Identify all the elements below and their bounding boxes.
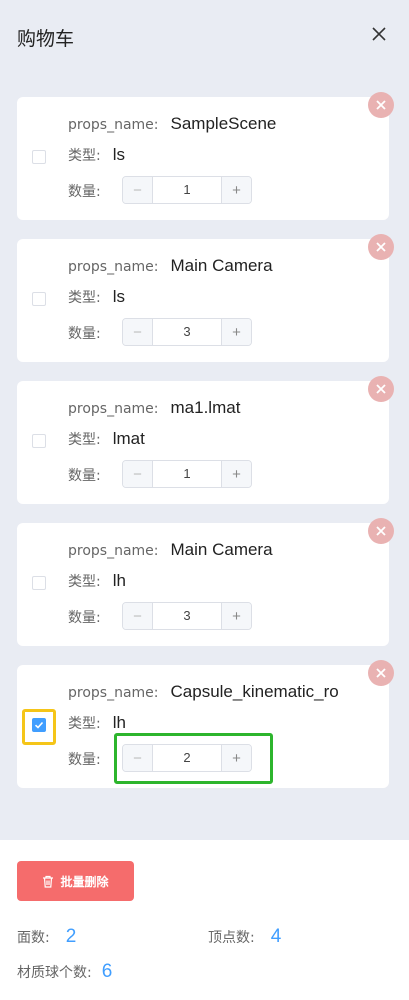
props-name-row: props_name: Main Camera (68, 540, 273, 560)
props-name-value: Capsule_kinematic_ro (170, 682, 339, 701)
remove-item-icon[interactable] (368, 518, 394, 544)
increment-button[interactable]: + (221, 177, 251, 203)
quantity-stepper: − 3 + (122, 318, 252, 346)
props-name-label: props_name: (68, 543, 159, 559)
type-value: ls (112, 287, 125, 306)
quantity-stepper: − 1 + (122, 460, 252, 488)
item-checkbox[interactable] (32, 292, 46, 306)
type-label: 类型: (68, 148, 101, 164)
remove-item-icon[interactable] (368, 234, 394, 260)
type-row: 类型: lh (68, 571, 126, 591)
check-icon (34, 721, 44, 729)
cart-item: props_name: SampleScene 类型: ls 数量: − 1 + (17, 92, 394, 220)
materials-stat: 材质球个数: 6 (17, 961, 112, 983)
quantity-label: 数量: (68, 610, 101, 626)
quantity-label: 数量: (68, 752, 101, 768)
props-name-label: props_name: (68, 117, 159, 133)
props-name-label: props_name: (68, 259, 159, 275)
props-name-value: Main Camera (170, 540, 273, 559)
props-name-value: ma1.lmat (170, 398, 241, 417)
cart-drawer: 购物车 props_name: SampleScene 类型: ls 数量: − 1… (0, 0, 409, 840)
type-value: lmat (112, 429, 145, 448)
materials-label: 材质球个数: (17, 965, 92, 981)
decrement-button[interactable]: − (123, 177, 153, 203)
props-name-row: props_name: Main Camera (68, 256, 273, 276)
cart-item: props_name: Capsule_kinematic_ro 类型: lh 数量… (17, 660, 394, 788)
quantity-input[interactable]: 2 (153, 745, 221, 771)
props-name-row: props_name: SampleScene (68, 114, 276, 134)
remove-item-icon[interactable] (368, 92, 394, 118)
props-name-label: props_name: (68, 685, 159, 701)
quantity-input[interactable]: 3 (153, 319, 221, 345)
faces-stat: 面数: 2 (17, 926, 76, 948)
quantity-input[interactable]: 1 (153, 461, 221, 487)
type-value: lh (112, 713, 126, 732)
cart-item: props_name: Main Camera 类型: lh 数量: − 3 + (17, 518, 394, 646)
close-icon[interactable] (369, 24, 389, 44)
increment-button[interactable]: + (221, 745, 251, 771)
increment-button[interactable]: + (221, 603, 251, 629)
vertices-label: 顶点数: (208, 930, 255, 946)
type-label: 类型: (68, 574, 101, 590)
batch-delete-button[interactable]: 批量删除 (17, 861, 134, 901)
type-label: 类型: (68, 290, 101, 306)
increment-button[interactable]: + (221, 319, 251, 345)
type-value: lh (112, 571, 126, 590)
decrement-button[interactable]: − (123, 745, 153, 771)
quantity-input[interactable]: 1 (153, 177, 221, 203)
quantity-row: 数量: (68, 749, 101, 769)
vertices-stat: 顶点数: 4 (208, 926, 281, 948)
drawer-header: 购物车 (0, 0, 409, 72)
quantity-row: 数量: (68, 465, 101, 485)
cart-item: props_name: Main Camera 类型: ls 数量: − 3 + (17, 234, 394, 362)
quantity-label: 数量: (68, 184, 101, 200)
quantity-label: 数量: (68, 468, 101, 484)
increment-button[interactable]: + (221, 461, 251, 487)
quantity-row: 数量: (68, 607, 101, 627)
decrement-button[interactable]: − (123, 603, 153, 629)
type-value: ls (112, 145, 125, 164)
props-name-value: Main Camera (170, 256, 273, 275)
cart-item: props_name: ma1.lmat 类型: lmat 数量: − 1 + (17, 376, 394, 504)
type-label: 类型: (68, 716, 101, 732)
props-name-label: props_name: (68, 401, 159, 417)
item-checkbox[interactable] (32, 434, 46, 448)
quantity-stepper: − 3 + (122, 602, 252, 630)
quantity-stepper: − 1 + (122, 176, 252, 204)
props-name-row: props_name: ma1.lmat (68, 398, 240, 418)
faces-value: 2 (65, 926, 77, 947)
item-checkbox-checked[interactable] (32, 718, 46, 732)
item-checkbox[interactable] (32, 576, 46, 590)
remove-item-icon[interactable] (368, 376, 394, 402)
faces-label: 面数: (17, 930, 50, 946)
type-label: 类型: (68, 432, 101, 448)
quantity-row: 数量: (68, 181, 101, 201)
item-checkbox[interactable] (32, 150, 46, 164)
quantity-input[interactable]: 3 (153, 603, 221, 629)
decrement-button[interactable]: − (123, 319, 153, 345)
cart-footer: 批量删除 面数: 2 顶点数: 4 材质球个数: 6 (0, 840, 409, 1000)
batch-delete-label: 批量删除 (60, 874, 109, 889)
quantity-label: 数量: (68, 326, 101, 342)
props-name-row: props_name: Capsule_kinematic_ro (68, 682, 339, 702)
remove-item-icon[interactable] (368, 660, 394, 686)
drawer-title: 购物车 (17, 28, 75, 50)
type-row: 类型: ls (68, 287, 125, 307)
quantity-row: 数量: (68, 323, 101, 343)
type-row: 类型: ls (68, 145, 125, 165)
props-name-value: SampleScene (170, 114, 277, 133)
type-row: 类型: lmat (68, 429, 145, 449)
quantity-stepper: − 2 + (122, 744, 252, 772)
type-row: 类型: lh (68, 713, 126, 733)
materials-value: 6 (101, 961, 113, 982)
decrement-button[interactable]: − (123, 461, 153, 487)
vertices-value: 4 (270, 926, 282, 947)
trash-icon (43, 875, 54, 888)
